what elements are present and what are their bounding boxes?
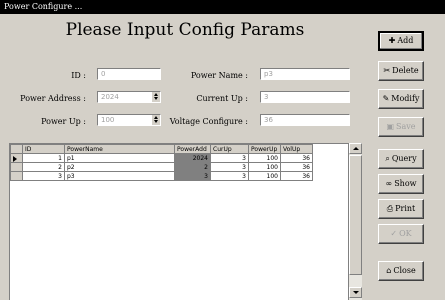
cell-id[interactable]: 3 bbox=[22, 171, 65, 181]
row-selector-header bbox=[10, 144, 23, 154]
power-up-value: 100 bbox=[101, 116, 115, 124]
current-up-label: Current Up : bbox=[196, 94, 248, 103]
door-icon: ⌂ bbox=[386, 266, 392, 275]
grid-header-row: ID PowerName PowerAdd CurUp PowerUp VolU… bbox=[10, 144, 313, 154]
power-address-select[interactable]: 2024 bbox=[97, 91, 161, 103]
table-row[interactable]: 3 p3 3 3 100 36 bbox=[10, 171, 313, 181]
modify-label: Modify bbox=[391, 94, 420, 103]
modify-button[interactable]: ✎ Modify bbox=[378, 89, 424, 109]
cell-poweradd[interactable]: 2024 bbox=[174, 153, 211, 163]
ok-label: OK bbox=[399, 229, 412, 238]
row-pointer[interactable] bbox=[10, 153, 23, 163]
binoculars-icon: ∞ bbox=[385, 179, 393, 188]
spin-arrows-icon[interactable] bbox=[151, 92, 160, 102]
cell-volup[interactable]: 36 bbox=[280, 153, 313, 163]
power-name-field[interactable]: p3 bbox=[260, 68, 350, 80]
modify-icon: ✎ bbox=[382, 94, 390, 103]
scroll-down-button[interactable] bbox=[349, 287, 362, 298]
check-icon: ✓ bbox=[390, 229, 398, 238]
id-label: ID : bbox=[71, 71, 86, 80]
col-header-curup[interactable]: CurUp bbox=[210, 144, 249, 154]
delete-icon: ✂ bbox=[383, 66, 391, 75]
cell-curup[interactable]: 3 bbox=[210, 162, 249, 172]
cell-powerup[interactable]: 100 bbox=[248, 153, 281, 163]
cell-powername[interactable]: p2 bbox=[64, 162, 175, 172]
window-title: Power Configure ... bbox=[0, 0, 445, 14]
id-field[interactable]: 0 bbox=[97, 68, 161, 80]
add-icon: ✚ bbox=[388, 36, 396, 45]
spin-arrows-icon[interactable] bbox=[151, 115, 160, 125]
cell-volup[interactable]: 36 bbox=[280, 171, 313, 181]
voltage-up-label: Voltage Configure : bbox=[169, 117, 248, 126]
data-grid[interactable]: ID PowerName PowerAdd CurUp PowerUp VolU… bbox=[9, 143, 362, 300]
cell-powername[interactable]: p3 bbox=[64, 171, 175, 181]
col-header-powerup[interactable]: PowerUp bbox=[248, 144, 281, 154]
print-button[interactable]: ⎙ Print bbox=[378, 199, 424, 219]
query-button[interactable]: ⌕ Query bbox=[378, 149, 424, 169]
cell-curup[interactable]: 3 bbox=[210, 153, 249, 163]
cell-id[interactable]: 1 bbox=[22, 153, 65, 163]
table-row[interactable]: 1 p1 2024 3 100 36 bbox=[10, 153, 313, 163]
show-label: Show bbox=[394, 179, 417, 188]
ok-button[interactable]: ✓ OK bbox=[378, 224, 424, 244]
delete-label: Delete bbox=[392, 66, 419, 75]
save-icon: ▣ bbox=[386, 122, 395, 131]
cell-volup[interactable]: 36 bbox=[280, 162, 313, 172]
query-icon: ⌕ bbox=[385, 154, 390, 163]
current-up-field[interactable]: 3 bbox=[260, 91, 350, 103]
scroll-up-button[interactable] bbox=[349, 143, 362, 154]
cell-powerup[interactable]: 100 bbox=[248, 162, 281, 172]
grid-table: ID PowerName PowerAdd CurUp PowerUp VolU… bbox=[10, 144, 313, 181]
scroll-thumb[interactable] bbox=[349, 155, 362, 275]
delete-button[interactable]: ✂ Delete bbox=[378, 61, 424, 81]
voltage-up-field[interactable]: 36 bbox=[260, 114, 350, 126]
cell-powername[interactable]: p1 bbox=[64, 153, 175, 163]
cell-id[interactable]: 2 bbox=[22, 162, 65, 172]
col-header-powername[interactable]: PowerName bbox=[64, 144, 175, 154]
col-header-poweradd[interactable]: PowerAdd bbox=[174, 144, 211, 154]
query-label: Query bbox=[391, 154, 417, 163]
cell-poweradd[interactable]: 2 bbox=[174, 162, 211, 172]
add-button[interactable]: ✚ Add bbox=[378, 31, 424, 51]
col-header-volup[interactable]: VolUp bbox=[280, 144, 313, 154]
grid-vertical-scrollbar[interactable] bbox=[348, 143, 362, 300]
row-selector[interactable] bbox=[10, 162, 23, 172]
close-button[interactable]: ⌂ Close bbox=[378, 261, 424, 281]
row-pointer-icon bbox=[13, 156, 17, 162]
save-label: Save bbox=[396, 122, 416, 131]
row-selector[interactable] bbox=[10, 171, 23, 181]
cell-powerup[interactable]: 100 bbox=[248, 171, 281, 181]
page-title: Please Input Config Params bbox=[65, 20, 305, 40]
close-label: Close bbox=[393, 266, 416, 275]
save-button[interactable]: ▣ Save bbox=[378, 117, 424, 137]
col-header-id[interactable]: ID bbox=[22, 144, 65, 154]
cell-curup[interactable]: 3 bbox=[210, 171, 249, 181]
power-address-label: Power Address : bbox=[20, 94, 86, 103]
show-button[interactable]: ∞ Show bbox=[378, 174, 424, 194]
print-icon: ⎙ bbox=[386, 204, 394, 213]
power-up-select[interactable]: 100 bbox=[97, 114, 161, 126]
power-address-value: 2024 bbox=[101, 93, 119, 101]
table-row[interactable]: 2 p2 2 3 100 36 bbox=[10, 162, 313, 172]
power-name-label: Power Name : bbox=[190, 71, 248, 80]
add-label: Add bbox=[397, 36, 414, 45]
cell-poweradd[interactable]: 3 bbox=[174, 171, 211, 181]
print-label: Print bbox=[395, 204, 416, 213]
power-up-label: Power Up : bbox=[41, 117, 86, 126]
